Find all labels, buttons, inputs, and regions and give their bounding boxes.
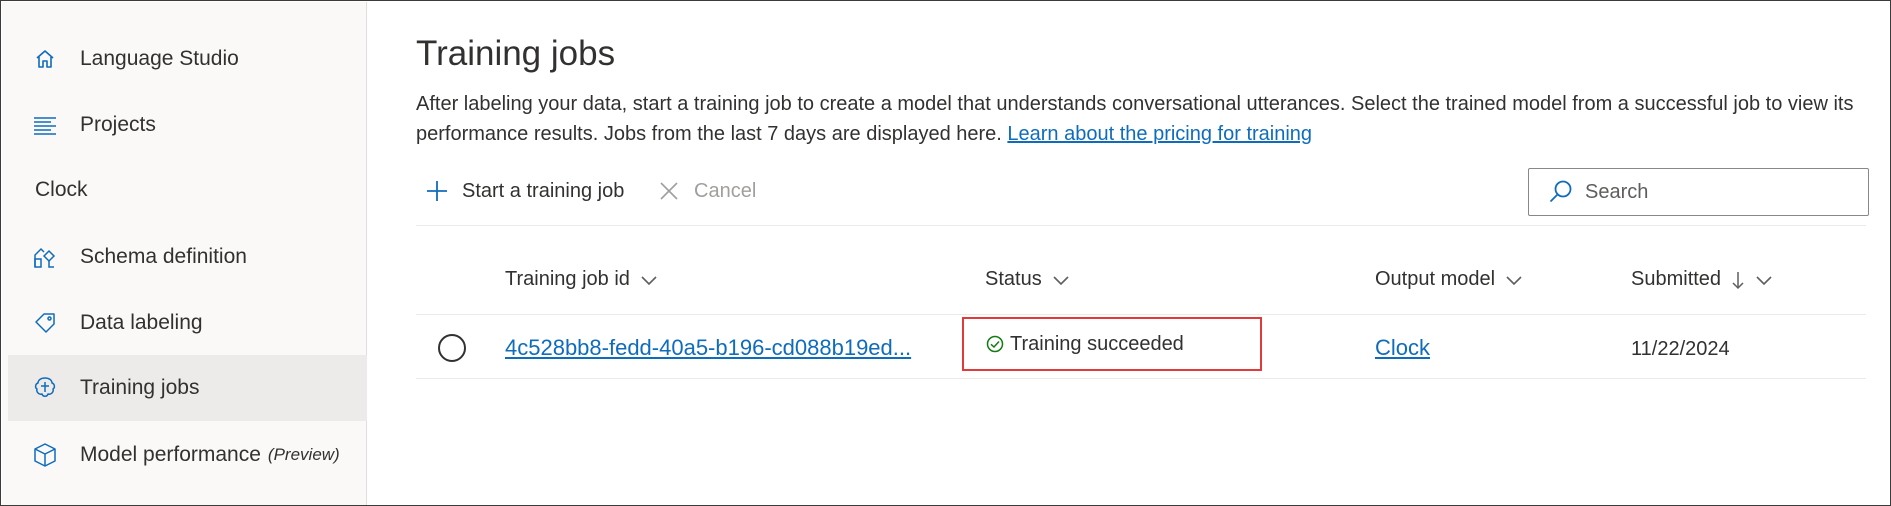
project-name-label: Clock: [35, 178, 88, 201]
home-icon: [30, 44, 60, 74]
column-header-label: Training job id: [505, 268, 630, 290]
arrow-down-icon: [1731, 270, 1745, 290]
training-job-id-link[interactable]: 4c528bb8-fedd-40a5-b196-cd088b19ed...: [505, 335, 965, 361]
schema-icon: [30, 242, 60, 272]
sidebar-item-data-labeling[interactable]: Data labeling: [8, 290, 367, 356]
search-input[interactable]: [1585, 180, 1865, 204]
page-title: Training jobs: [416, 34, 616, 73]
search-icon: [1547, 178, 1575, 206]
column-header-label: Output model: [1375, 268, 1496, 290]
sidebar-item-model-performance[interactable]: Model performance (Preview): [8, 422, 367, 488]
close-icon: [656, 178, 682, 204]
chevron-down-icon: [1052, 274, 1070, 286]
cube-icon: [30, 440, 60, 470]
start-training-job-label: Start a training job: [462, 179, 625, 202]
success-check-icon: [986, 335, 1004, 353]
column-header-training-job-id[interactable]: Training job id: [505, 268, 658, 291]
sidebar-item-label: Projects: [80, 113, 156, 136]
preview-tag: (Preview): [267, 445, 340, 464]
toolbar-divider: [416, 225, 1866, 226]
status-cell-highlight: Training succeeded: [962, 317, 1262, 371]
column-header-output-model[interactable]: Output model: [1375, 268, 1523, 291]
sidebar-item-projects[interactable]: Projects: [8, 92, 367, 158]
sidebar-item-schema-definition[interactable]: Schema definition: [8, 224, 367, 290]
chevron-down-icon: [640, 274, 658, 286]
column-header-label: Submitted: [1631, 268, 1722, 290]
list-icon: [30, 110, 60, 140]
sidebar-item-label: Model performance: [80, 443, 261, 466]
output-model-link[interactable]: Clock: [1375, 335, 1430, 361]
table-header-divider: [416, 314, 1866, 315]
main-content: Training jobs After labeling your data, …: [367, 2, 1890, 505]
sidebar-item-label: Schema definition: [80, 245, 247, 268]
add-icon: [424, 178, 450, 204]
start-training-job-button[interactable]: Start a training job: [424, 175, 624, 207]
chevron-down-icon: [1755, 274, 1773, 286]
status-text: Training succeeded: [1010, 332, 1184, 355]
page-description: After labeling your data, start a traini…: [416, 89, 1866, 149]
sidebar-item-label: Data labeling: [80, 311, 203, 334]
tag-icon: [30, 308, 60, 338]
chevron-down-icon: [1505, 274, 1523, 286]
submitted-date: 11/22/2024: [1631, 338, 1730, 360]
cancel-button[interactable]: Cancel: [656, 175, 756, 207]
app-frame: Language Studio Projects Clock Schema de…: [0, 0, 1891, 506]
column-header-submitted[interactable]: Submitted: [1631, 268, 1773, 291]
brain-icon: [30, 373, 60, 403]
sidebar-item-training-jobs[interactable]: Training jobs: [8, 355, 367, 421]
sidebar-item-label: Language Studio: [80, 47, 239, 70]
sidebar-item-label: Training jobs: [80, 376, 200, 399]
pricing-link[interactable]: Learn about the pricing for training: [1007, 123, 1312, 145]
column-header-status[interactable]: Status: [985, 268, 1070, 291]
table-row-divider: [416, 378, 1866, 379]
cancel-label: Cancel: [694, 179, 757, 202]
sidebar-item-language-studio[interactable]: Language Studio: [8, 26, 367, 92]
row-select-radio[interactable]: [438, 334, 466, 362]
search-box[interactable]: [1528, 168, 1869, 216]
sidebar: Language Studio Projects Clock Schema de…: [2, 2, 367, 505]
column-header-label: Status: [985, 268, 1042, 290]
